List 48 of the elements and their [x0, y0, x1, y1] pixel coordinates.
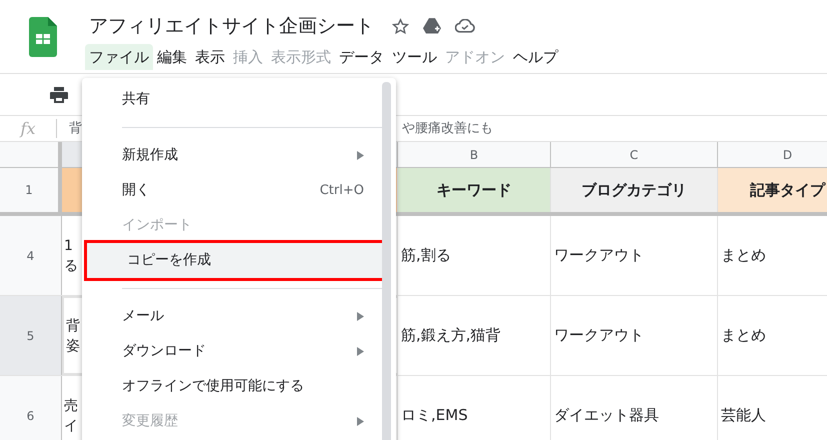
header-cell: 記事タイプ [718, 168, 827, 212]
column-header[interactable]: C [551, 142, 718, 167]
table-cell-text: まとめ [721, 245, 766, 266]
menu-bar-item[interactable]: ツール [388, 44, 441, 70]
table-cell-text: ダイエット器具 [554, 405, 659, 426]
shortcut-text: Ctrl+O [320, 182, 364, 200]
cell-text: 1 [64, 236, 73, 256]
menu-bar-item[interactable]: データ [335, 44, 388, 70]
cell-text: 売 [64, 396, 78, 416]
table-cell-text: まとめ [721, 325, 766, 346]
cell-text: 背 [66, 316, 80, 336]
cell-text: る [64, 256, 78, 276]
table-cell-text: ワークアウト [554, 325, 644, 346]
menu-item[interactable]: 新規作成 [82, 138, 382, 173]
table-cell-text: 芸能人 [721, 405, 766, 426]
print-icon[interactable] [50, 86, 68, 102]
row-header[interactable]: 6 [0, 376, 62, 440]
document-title[interactable]: アフィリエイトサイト企画シート [85, 12, 378, 40]
menu-item[interactable]: 開く Ctrl+O [82, 173, 382, 208]
menu-bar-item[interactable]: ファイル [85, 44, 153, 70]
row-header[interactable]: 1 [0, 168, 62, 212]
table-cell-text: ロミ,EMS [401, 405, 468, 426]
drive-icon[interactable] [423, 18, 441, 34]
menu-bar-item[interactable]: ヘルプ [509, 44, 562, 70]
menu-item[interactable]: オフラインで使用可能にする [82, 369, 382, 404]
menu-bar-item[interactable]: 表示 [191, 44, 229, 70]
table-cell-text: 筋,鍛え方,猫背 [401, 325, 501, 346]
cloud-check-icon[interactable] [455, 19, 475, 33]
menu-bar-item[interactable]: 編集 [153, 44, 191, 70]
table-cell-text: ワークアウト [554, 245, 644, 266]
menu-item[interactable]: メール [82, 299, 382, 334]
scrollbar[interactable] [382, 82, 391, 440]
star-icon[interactable] [392, 18, 409, 34]
header-cell: ブログカテゴリ [551, 168, 718, 212]
column-header[interactable]: B [398, 142, 551, 167]
row-header[interactable]: 5 [0, 296, 62, 375]
spreadsheet-logo-icon[interactable] [28, 17, 56, 57]
table-cell-text: 筋,割る [401, 245, 451, 266]
row-header[interactable]: 4 [0, 216, 62, 295]
header-cell: キーワード [398, 168, 551, 212]
function-label: fx [18, 118, 36, 140]
menu-item[interactable]: ダウンロード [82, 334, 382, 369]
menu-item[interactable]: 共有 [82, 82, 382, 117]
cell-text: 姿 [66, 336, 80, 356]
formula-value[interactable]: や腰痛改善にも [402, 118, 493, 138]
cell-text: イ [64, 416, 78, 436]
menu-item[interactable]: コピーを作成 [87, 243, 382, 278]
column-header[interactable]: D [718, 142, 827, 167]
